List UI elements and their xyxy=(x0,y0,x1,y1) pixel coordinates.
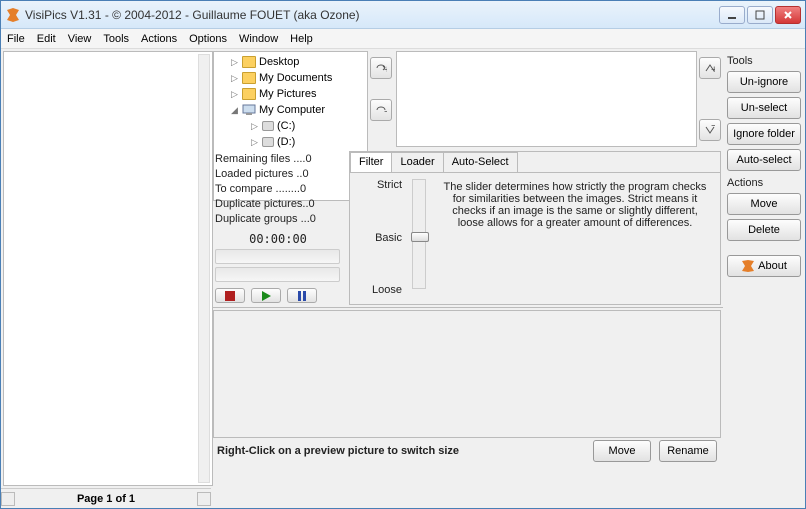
slider-label-loose: Loose xyxy=(356,284,402,296)
page-next-button[interactable] xyxy=(197,492,211,506)
maximize-button[interactable] xyxy=(747,6,773,24)
tab-filter[interactable]: Filter xyxy=(350,152,392,172)
menu-edit[interactable]: Edit xyxy=(37,33,56,45)
svg-text:−: − xyxy=(384,106,387,116)
folder-icon xyxy=(242,56,256,68)
about-button[interactable]: About xyxy=(727,255,801,277)
tree-item-desktop[interactable]: ▷Desktop xyxy=(216,54,365,70)
play-button[interactable] xyxy=(251,288,281,303)
delete-button[interactable]: Delete xyxy=(727,219,801,241)
expand-icon[interactable]: ▷ xyxy=(250,122,259,131)
slider-label-strict: Strict xyxy=(356,179,402,191)
drive-icon xyxy=(262,137,274,147)
page-indicator: Page 1 of 1 xyxy=(23,493,189,505)
results-list[interactable] xyxy=(3,51,213,486)
close-button[interactable] xyxy=(775,6,801,24)
menu-help[interactable]: Help xyxy=(290,33,313,45)
stat-loaded: Loaded pictures ..0 xyxy=(215,168,341,183)
remove-path-button[interactable]: − xyxy=(370,99,392,121)
selected-folders-list[interactable] xyxy=(396,51,697,147)
ignore-folder-button[interactable]: Ignore folder xyxy=(727,123,801,145)
computer-icon xyxy=(242,104,256,116)
tree-item-drive-d[interactable]: ▷(D:) xyxy=(216,134,365,150)
right-panel: Tools Un-ignore Un-select Ignore folder … xyxy=(723,49,805,508)
move-button[interactable]: Move xyxy=(727,193,801,215)
stop-button[interactable] xyxy=(215,288,245,303)
menu-tools[interactable]: Tools xyxy=(103,33,129,45)
menu-file[interactable]: File xyxy=(7,33,25,45)
minimize-button[interactable] xyxy=(719,6,745,24)
menu-actions[interactable]: Actions xyxy=(141,33,177,45)
tab-loader[interactable]: Loader xyxy=(391,152,443,172)
include-subfolders-button[interactable]: + xyxy=(699,57,721,79)
stat-remaining: Remaining files ....0 xyxy=(215,153,341,168)
expand-icon[interactable]: ▷ xyxy=(230,58,239,67)
unselect-button[interactable]: Un-select xyxy=(727,97,801,119)
strictness-slider[interactable] xyxy=(412,179,426,289)
menu-view[interactable]: View xyxy=(68,33,92,45)
expand-icon[interactable]: ▷ xyxy=(230,74,239,83)
add-path-button[interactable]: + xyxy=(370,57,392,79)
progress-bar-1 xyxy=(215,249,340,264)
filter-description: The slider determines how strictly the p… xyxy=(436,179,714,296)
preview-rename-button[interactable]: Rename xyxy=(659,440,717,462)
tab-autoselect[interactable]: Auto-Select xyxy=(443,152,518,172)
title-text: VisiPics V1.31 - © 2004-2012 - Guillaume… xyxy=(25,8,719,22)
scrollbar[interactable] xyxy=(198,54,210,483)
folder-icon xyxy=(242,72,256,84)
tools-label: Tools xyxy=(727,55,801,67)
menu-options[interactable]: Options xyxy=(189,33,227,45)
settings-tabs: Filter Loader Auto-Select Strict Basic L… xyxy=(349,151,721,305)
expand-icon[interactable]: ▷ xyxy=(230,90,239,99)
preview-move-button[interactable]: Move xyxy=(593,440,651,462)
collapse-icon[interactable]: ◢ xyxy=(230,106,239,115)
page-bar: Page 1 of 1 xyxy=(1,488,211,508)
drive-icon xyxy=(262,121,274,131)
app-window: VisiPics V1.31 - © 2004-2012 - Guillaume… xyxy=(0,0,806,509)
status-text: Right-Click on a preview picture to swit… xyxy=(217,445,585,457)
stat-duplicate-groups: Duplicate groups ...0 xyxy=(215,213,341,228)
svg-text:+: + xyxy=(711,64,715,73)
folder-icon xyxy=(242,88,256,100)
statusbar: Right-Click on a preview picture to swit… xyxy=(211,440,723,462)
expand-icon[interactable]: ▷ xyxy=(250,138,259,147)
tree-item-mydocs[interactable]: ▷My Documents xyxy=(216,70,365,86)
svg-text:−: − xyxy=(711,125,715,132)
pause-button[interactable] xyxy=(287,288,317,303)
tree-item-drive-c[interactable]: ▷(C:) xyxy=(216,118,365,134)
elapsed-timer: 00:00:00 xyxy=(215,228,341,243)
tree-item-mypics[interactable]: ▷My Pictures xyxy=(216,86,365,102)
titlebar: VisiPics V1.31 - © 2004-2012 - Guillaume… xyxy=(1,1,805,29)
progress-bar-2 xyxy=(215,267,340,282)
svg-text:+: + xyxy=(384,64,387,74)
autoselect-button[interactable]: Auto-select xyxy=(727,149,801,171)
fox-icon xyxy=(741,259,755,273)
slider-label-basic: Basic xyxy=(356,232,402,244)
stats-panel: Remaining files ....0 Loaded pictures ..… xyxy=(213,151,343,305)
tree-item-mycomputer[interactable]: ◢My Computer xyxy=(216,102,365,118)
actions-label: Actions xyxy=(727,177,801,189)
unignore-button[interactable]: Un-ignore xyxy=(727,71,801,93)
preview-area[interactable] xyxy=(213,310,721,438)
exclude-subfolders-button[interactable]: − xyxy=(699,119,721,141)
app-icon xyxy=(5,7,21,23)
page-prev-button[interactable] xyxy=(1,492,15,506)
stat-compare: To compare ........0 xyxy=(215,183,341,198)
menubar: File Edit View Tools Actions Options Win… xyxy=(1,29,805,49)
menu-window[interactable]: Window xyxy=(239,33,278,45)
slider-thumb[interactable] xyxy=(411,232,429,242)
stat-duplicate-pics: Duplicate pictures..0 xyxy=(215,198,341,213)
